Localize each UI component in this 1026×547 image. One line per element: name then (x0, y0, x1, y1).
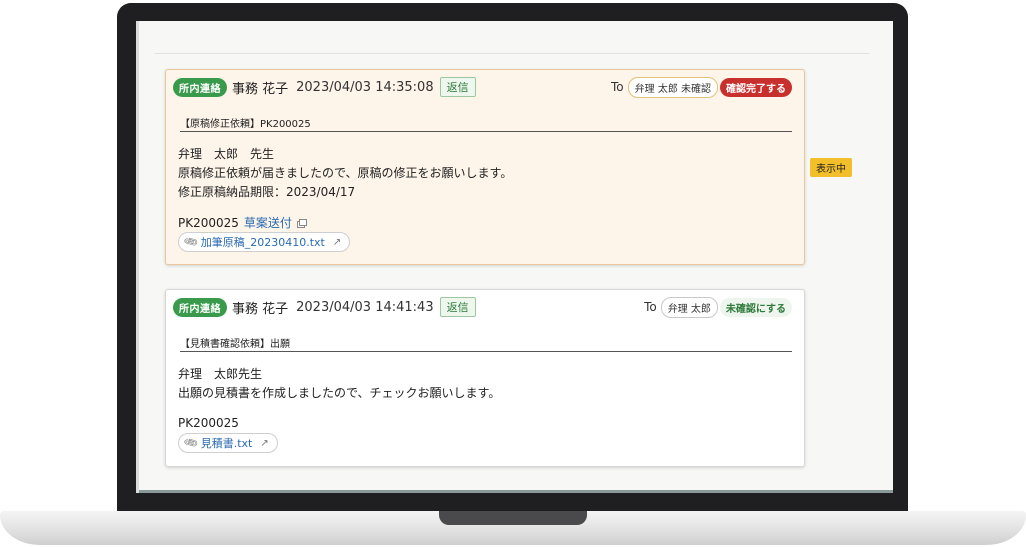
draft-send-link[interactable]: 草案送付 (244, 214, 292, 231)
reference-row: PK200025 草案送付 (178, 214, 307, 231)
message-date: 2023/04/03 14:41:43 (296, 299, 434, 315)
body-line: 弁理 太郎 先生 (178, 147, 275, 161)
message-card[interactable]: 所内連絡 事務 花子 2023/04/03 14:35:08 返信 To 弁理 … (165, 69, 805, 265)
to-label: To (611, 80, 624, 94)
body-line: 原稿修正依頼が届きましたので、原稿の修正をお願いします。 (178, 166, 513, 180)
paperclip-icon: 📎︎ (183, 435, 200, 451)
attachment-chip[interactable]: 📎︎ 見積書.txt ↗ (178, 433, 278, 453)
body-line: 弁理 太郎先生 (178, 367, 263, 381)
reference-row: PK200025 (178, 416, 239, 430)
recipient-chip: 弁理 太郎 (660, 296, 718, 318)
message-body: 弁理 太郎先生 出願の見積書を作成しましたので、チェックお願いします。 (178, 365, 500, 403)
screen-edge (139, 490, 893, 493)
laptop-notch (439, 511, 587, 525)
mark-unconfirmed-button[interactable]: 未確認にする (719, 297, 792, 317)
to-label: To (644, 300, 657, 314)
message-body: 弁理 太郎 先生 原稿修正依頼が届きましたので、原稿の修正をお願いします。 修正… (178, 145, 512, 202)
external-link-icon[interactable]: ↗ (260, 438, 268, 449)
attachment-chip[interactable]: 📎︎ 加筆原稿_20230410.txt ↗ (178, 232, 351, 252)
internal-tag: 所内連絡 (173, 77, 227, 97)
attachment-name: 見積書.txt (200, 437, 253, 450)
message-subject: 【見積書確認依頼】出願 (180, 335, 792, 352)
confirm-complete-button[interactable]: 確認完了する (720, 77, 792, 97)
message-header: 所内連絡 事務 花子 2023/04/03 14:35:08 返信 To 弁理 … (173, 76, 792, 98)
reference-code: PK200025 (178, 215, 239, 230)
reply-button[interactable]: 返信 (439, 77, 476, 97)
recipient-chip: 弁理 太郎 未確認 (627, 76, 718, 98)
message-date: 2023/04/03 14:35:08 (296, 79, 434, 95)
message-header: 所内連絡 事務 花子 2023/04/03 14:41:43 返信 To 弁理 … (173, 296, 792, 318)
sender-name: 事務 花子 (232, 301, 289, 317)
screen: 所内連絡 事務 花子 2023/04/03 14:35:08 返信 To 弁理 … (136, 21, 893, 493)
message-subject: 【原稿修正依頼】PK200025 (180, 115, 792, 132)
copy-icon[interactable] (296, 218, 307, 228)
sender-name: 事務 花子 (232, 81, 289, 97)
body-line: 出願の見積書を作成しましたので、チェックお願いします。 (178, 386, 501, 400)
reference-code: PK200025 (178, 416, 239, 430)
attachment-name: 加筆原稿_20230410.txt (200, 236, 325, 249)
divider (155, 53, 869, 54)
message-card[interactable]: 所内連絡 事務 花子 2023/04/03 14:41:43 返信 To 弁理 … (165, 289, 805, 467)
external-link-icon[interactable]: ↗ (333, 237, 341, 248)
paperclip-icon: 📎︎ (183, 234, 200, 250)
body-line: 修正原稿納品期限：2023/04/17 (178, 185, 356, 199)
reply-button[interactable]: 返信 (439, 297, 476, 317)
internal-tag: 所内連絡 (173, 297, 227, 317)
showing-badge: 表示中 (810, 158, 852, 177)
